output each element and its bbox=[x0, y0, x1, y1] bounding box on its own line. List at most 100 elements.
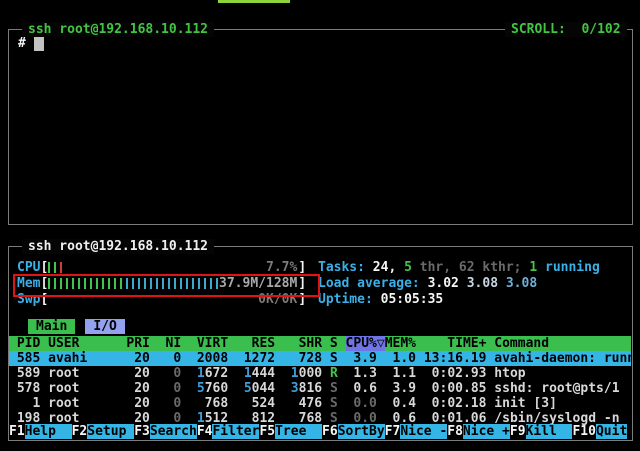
text-segment bbox=[228, 381, 244, 396]
htop-tabs: Main I/O bbox=[28, 319, 328, 334]
fkey-sortby[interactable]: F6SortBy bbox=[322, 424, 385, 439]
tab-i-o[interactable]: I/O bbox=[85, 319, 124, 334]
text-segment: 1 bbox=[197, 366, 205, 381]
process-row[interactable]: 1 root 20 0 768 524 476 S 0.0 0.4 0:02.1… bbox=[9, 396, 631, 411]
text-segment: 5 bbox=[244, 381, 252, 396]
text-segment: 816 bbox=[299, 381, 322, 396]
fkey-action-label: SortBy bbox=[338, 424, 385, 439]
text-segment bbox=[181, 366, 197, 381]
meter-tick bbox=[54, 262, 56, 273]
fkey-quit[interactable]: F10Quit bbox=[572, 424, 627, 439]
text-segment: running bbox=[537, 260, 600, 275]
fkey-action-label: Quit bbox=[596, 424, 627, 439]
fkey-key-label: F4 bbox=[197, 424, 213, 439]
fkey-action-label: Search bbox=[150, 424, 197, 439]
fkey-action-label: Nice - bbox=[400, 424, 447, 439]
text-segment: 044 bbox=[252, 381, 275, 396]
text-segment: 760 bbox=[205, 381, 228, 396]
text-segment: 3.08 bbox=[467, 276, 506, 291]
text-segment bbox=[275, 381, 291, 396]
text-segment bbox=[181, 381, 197, 396]
fkey-tree[interactable]: F5Tree bbox=[259, 424, 322, 439]
text-segment: CPU%▽ bbox=[346, 336, 385, 351]
scroll-indicator: SCROLL: 0/102 bbox=[505, 22, 627, 37]
fkey-key-label: F2 bbox=[72, 424, 88, 439]
text-segment: S bbox=[330, 381, 338, 396]
meter-value-text: 7.7% bbox=[266, 260, 297, 275]
fkey-kill[interactable]: F9Kill bbox=[510, 424, 573, 439]
process-row[interactable]: 585 avahi 20 0 2008 1272 728 S 3.9 1.0 1… bbox=[9, 351, 631, 366]
text-segment: 5 bbox=[197, 381, 205, 396]
text-segment bbox=[338, 396, 354, 411]
text-segment: 1 bbox=[291, 366, 299, 381]
top-pane-frame bbox=[8, 29, 633, 225]
text-segment: MEM% TIME+ Command bbox=[385, 336, 549, 351]
text-segment: 768 524 476 bbox=[181, 396, 330, 411]
fkey-action-label: Setup bbox=[87, 424, 134, 439]
text-segment: Tasks: bbox=[318, 260, 373, 275]
fkey-search[interactable]: F3Search bbox=[134, 424, 197, 439]
process-table-header[interactable]: PID USER PRI NI VIRT RES SHR S CPU%▽MEM%… bbox=[9, 336, 631, 351]
meter-tick bbox=[60, 262, 62, 273]
text-segment: 0.0 bbox=[353, 396, 376, 411]
text-segment: 3.08 bbox=[506, 276, 537, 291]
text-segment: 578 root 20 bbox=[9, 381, 173, 396]
text-segment: 444 bbox=[252, 366, 275, 381]
text-segment bbox=[322, 381, 330, 396]
fkey-setup[interactable]: F2Setup bbox=[72, 424, 135, 439]
text-segment: 05:05:35 bbox=[381, 292, 444, 307]
bottom-pane-title: ssh root@192.168.10.112 bbox=[22, 239, 214, 254]
text-segment: thr, 62 kthr; bbox=[412, 260, 529, 275]
text-segment: 1.3 1.1 0:02.93 htop bbox=[338, 366, 526, 381]
fkey-action-label: Tree bbox=[275, 424, 322, 439]
fkey-key-label: F10 bbox=[572, 424, 595, 439]
text-segment bbox=[322, 366, 330, 381]
fkey-nice-[interactable]: F8Nice + bbox=[447, 424, 510, 439]
fkey-action-label: Help bbox=[25, 424, 72, 439]
meter-tick bbox=[48, 262, 50, 273]
text-segment: S bbox=[330, 396, 338, 411]
fkey-key-label: F6 bbox=[322, 424, 338, 439]
process-row[interactable]: 589 root 20 0 1672 1444 1000 R 1.3 1.1 0… bbox=[9, 366, 631, 381]
text-segment bbox=[228, 366, 244, 381]
uptime: Uptime: 05:05:35 bbox=[318, 292, 631, 307]
fkey-action-label: Filter bbox=[212, 424, 259, 439]
fkey-key-label: F7 bbox=[385, 424, 401, 439]
text-segment: Uptime: bbox=[318, 292, 381, 307]
text-segment: 000 bbox=[299, 366, 322, 381]
text-segment: 585 avahi 20 0 2008 1272 728 S 3.9 1.0 1… bbox=[9, 351, 631, 366]
function-key-bar: F1HelpF2SetupF3SearchF4FilterF5TreeF6Sor… bbox=[9, 424, 631, 439]
fkey-key-label: F5 bbox=[259, 424, 275, 439]
text-segment: PID USER PRI NI VIRT RES SHR S bbox=[9, 336, 346, 351]
text-segment: 1 bbox=[529, 260, 537, 275]
text-segment bbox=[275, 366, 291, 381]
tab-main[interactable]: Main bbox=[28, 319, 75, 334]
text-segment: Load average: bbox=[318, 276, 428, 291]
cpu-meter-bar: 7.7% bbox=[48, 260, 298, 275]
load-average: Load average: 3.02 3.08 3.08 bbox=[318, 276, 631, 291]
text-segment: 5 bbox=[404, 260, 412, 275]
shell-prompt-line[interactable]: # bbox=[18, 36, 44, 52]
fkey-key-label: F8 bbox=[447, 424, 463, 439]
text-segment: 0.6 3.9 0:00.85 sshd: root@pts/1 bbox=[338, 381, 620, 396]
cursor-block bbox=[34, 36, 44, 51]
text-segment: 1 root 20 bbox=[9, 396, 173, 411]
top-edge-artifact-line bbox=[218, 0, 290, 3]
text-segment: 24, bbox=[373, 260, 404, 275]
fkey-key-label: F9 bbox=[510, 424, 526, 439]
text-segment: 589 root 20 bbox=[9, 366, 173, 381]
fkey-filter[interactable]: F4Filter bbox=[197, 424, 260, 439]
fkey-action-label: Kill bbox=[526, 424, 573, 439]
shell-prompt: # bbox=[18, 36, 26, 51]
text-segment: 3.02 bbox=[428, 276, 467, 291]
fkey-help[interactable]: F1Help bbox=[9, 424, 72, 439]
fkey-key-label: F1 bbox=[9, 424, 25, 439]
tasks-summary: Tasks: 24, 5 thr, 62 kthr; 1 running bbox=[318, 260, 631, 275]
fkey-key-label: F3 bbox=[134, 424, 150, 439]
fkey-nice-[interactable]: F7Nice - bbox=[385, 424, 448, 439]
text-segment: 0.4 0:02.18 init [3] bbox=[377, 396, 557, 411]
text-segment: 672 bbox=[205, 366, 228, 381]
text-segment: 1 bbox=[244, 366, 252, 381]
text-segment: R bbox=[330, 366, 338, 381]
process-row[interactable]: 578 root 20 0 5760 5044 3816 S 0.6 3.9 0… bbox=[9, 381, 631, 396]
